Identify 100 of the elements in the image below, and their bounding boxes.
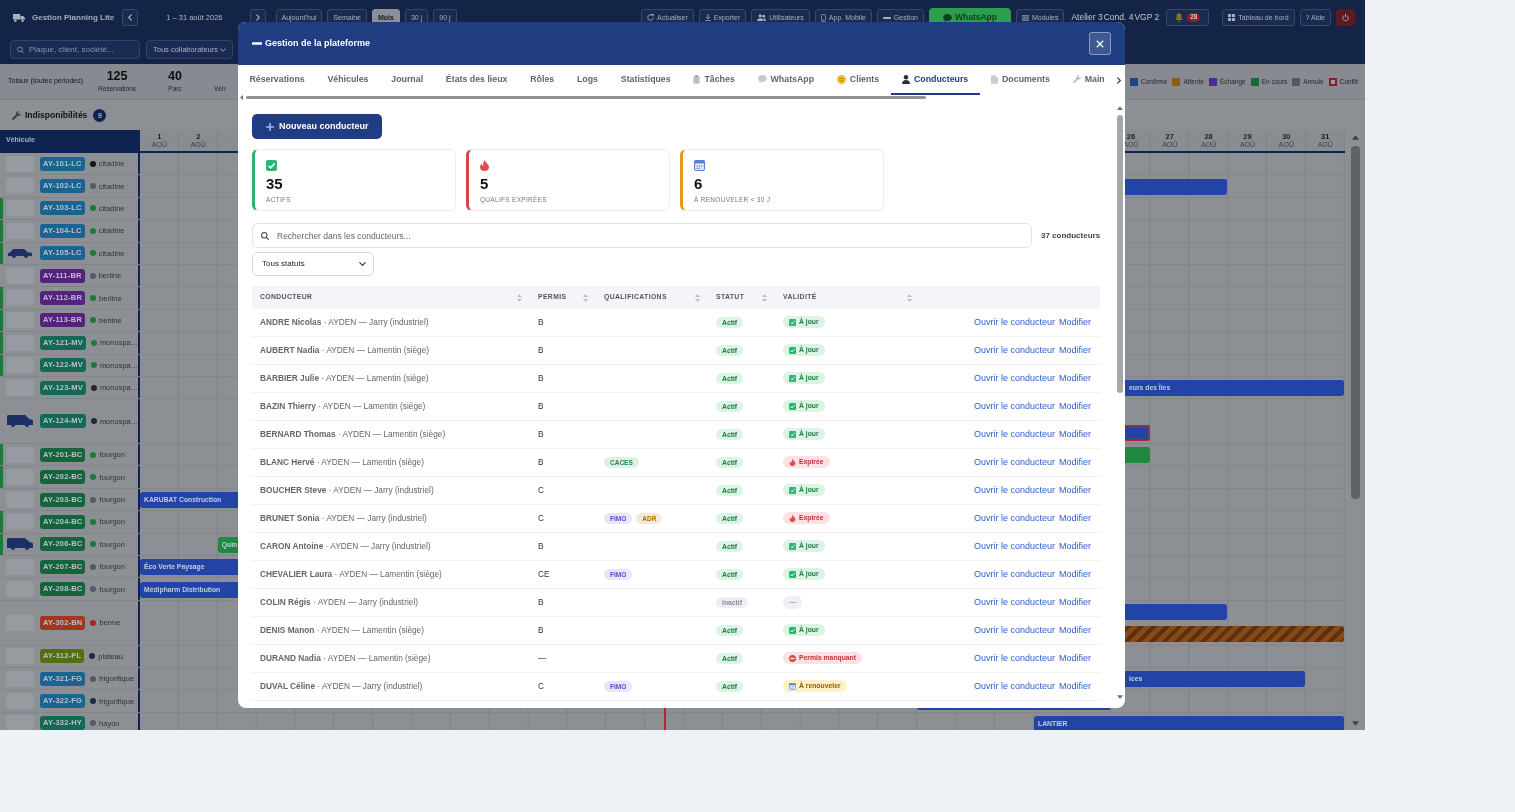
license-category: B — [538, 540, 544, 551]
tab[interactable]: Statistiques — [609, 65, 683, 95]
driver-name: COLIN Régis · AYDEN — Jarry (industriel) — [260, 596, 418, 607]
phone-icon — [820, 13, 826, 22]
open-driver-link[interactable]: Ouvrir le conducteur — [973, 457, 1055, 467]
open-driver-link[interactable]: Ouvrir le conducteur — [973, 625, 1055, 635]
open-driver-link[interactable]: Ouvrir le conducteur — [973, 541, 1055, 551]
driver-name: DURAND Nadia · AYDEN — Lamentin (siège) — [260, 652, 431, 663]
download-icon — [704, 14, 711, 21]
users-icon — [757, 14, 767, 21]
tab[interactable]: Réservations — [238, 65, 317, 95]
edit-link[interactable]: Modifier — [1059, 345, 1091, 355]
open-driver-link[interactable]: Ouvrir le conducteur — [973, 485, 1055, 495]
license-category: — — [538, 652, 547, 663]
open-driver-link[interactable]: Ouvrir le conducteur — [973, 429, 1055, 439]
chevron-down-icon — [359, 262, 366, 266]
edit-link[interactable]: Modifier — [1059, 401, 1091, 411]
tab[interactable]: Véhicules — [316, 65, 380, 95]
edit-link[interactable]: Modifier — [1059, 625, 1091, 635]
tab[interactable]: Journal — [379, 65, 435, 95]
edit-link[interactable]: Modifier — [1059, 429, 1091, 439]
license-category: B — [538, 624, 544, 635]
edit-link[interactable]: Modifier — [1059, 597, 1091, 607]
counter-label: VGP 2 — [1134, 12, 1160, 23]
open-driver-link[interactable]: Ouvrir le conducteur — [973, 597, 1055, 607]
driver-name: DUVAL Céline · AYDEN — Jarry (industriel) — [260, 680, 423, 691]
edit-link[interactable]: Modifier — [1059, 541, 1091, 551]
result-count: 37 conducteurs — [1041, 230, 1101, 241]
edit-link[interactable]: Modifier — [1059, 513, 1091, 523]
license-category: B — [538, 456, 544, 467]
horizontal-scrollbar[interactable] — [246, 96, 926, 99]
edit-link[interactable]: Modifier — [1059, 457, 1091, 467]
driver-name: BLANC Hervé · AYDEN — Lamentin (siège) — [260, 456, 424, 467]
check-square-icon — [789, 570, 796, 578]
previous-period-button[interactable] — [122, 9, 139, 26]
tab[interactable]: Clients — [825, 65, 891, 95]
counter-label: Cond. 4 — [1103, 12, 1134, 23]
person-icon — [901, 74, 910, 84]
plus-icon — [266, 122, 274, 131]
edit-link[interactable]: Modifier — [1059, 569, 1091, 579]
check-square-icon — [789, 374, 796, 382]
refresh-icon — [647, 14, 655, 21]
open-driver-link[interactable]: Ouvrir le conducteur — [973, 653, 1055, 663]
sort-icon — [517, 293, 522, 302]
bell-icon — [1175, 13, 1184, 22]
arrow-down-icon — [1117, 695, 1123, 699]
calendar-icon — [694, 160, 705, 171]
search-field[interactable]: Plaque, client, société... — [10, 40, 140, 59]
check-square-icon — [789, 402, 796, 410]
total-value: 125 — [106, 70, 128, 83]
driver-name: BARBIER Julie · AYDEN — Lamentin (siège) — [260, 372, 429, 383]
new-driver-button[interactable]: Nouveau conducteur — [252, 114, 382, 139]
edit-link[interactable]: Modifier — [1059, 653, 1091, 663]
no-entry-icon — [789, 654, 796, 662]
chevron-left-icon — [128, 14, 133, 21]
driver-name: BOUCHER Steve · AYDEN — Jarry (industriel) — [260, 484, 434, 495]
tab[interactable]: Documents — [979, 65, 1062, 95]
tab[interactable]: Main — [1061, 65, 1117, 95]
arrow-down-icon — [1351, 721, 1359, 726]
scrollbar-thumb[interactable] — [1117, 115, 1123, 393]
open-driver-link[interactable]: Ouvrir le conducteur — [973, 345, 1055, 355]
sort-icon — [762, 293, 767, 302]
driver-name: AUBERT Nadia · AYDEN — Lamentin (siège) — [260, 344, 430, 355]
dashboard-icon — [1228, 14, 1236, 21]
open-driver-link[interactable]: Ouvrir le conducteur — [973, 401, 1055, 411]
edit-link[interactable]: Modifier — [1059, 485, 1091, 495]
tab[interactable]: Tâches — [682, 65, 747, 95]
stat-value: 5 — [480, 176, 490, 191]
open-driver-link[interactable]: Ouvrir le conducteur — [973, 317, 1055, 327]
license-category: B — [538, 372, 544, 383]
driver-name: DENIS Manon · AYDEN — Lamentin (siège) — [260, 624, 424, 635]
sort-icon — [907, 293, 912, 302]
sort-icon — [583, 293, 588, 302]
tab[interactable]: Logs — [565, 65, 610, 95]
status-select[interactable]: Tous statuts — [252, 252, 374, 276]
tab[interactable]: États des lieux — [434, 65, 519, 95]
chat-bubble-icon — [757, 75, 767, 83]
edit-link[interactable]: Modifier — [1059, 373, 1091, 383]
section-title[interactable]: Indisponibilités — [25, 109, 88, 121]
dialog-title: Gestion de la plateforme — [265, 38, 371, 49]
tab[interactable]: WhatsApp — [746, 65, 826, 95]
stat-value: 6 — [694, 176, 704, 191]
license-category: CE — [538, 568, 550, 579]
tab[interactable]: Rôles — [518, 65, 566, 95]
minus-icon — [252, 42, 262, 45]
logout-button[interactable] — [1336, 9, 1355, 26]
license-category: B — [538, 400, 544, 411]
check-square-icon — [789, 430, 796, 438]
scrollbar-thumb[interactable] — [1350, 146, 1360, 499]
open-driver-link[interactable]: Ouvrir le conducteur — [973, 513, 1055, 523]
check-square-icon — [789, 346, 796, 354]
app-title: Gestion Planning Lite — [32, 12, 115, 23]
edit-link[interactable]: Modifier — [1059, 681, 1091, 691]
driver-name: BAZIN Thierry · AYDEN — Lamentin (siège) — [260, 400, 426, 411]
open-driver-link[interactable]: Ouvrir le conducteur — [973, 569, 1055, 579]
open-driver-link[interactable]: Ouvrir le conducteur — [973, 373, 1055, 383]
edit-link[interactable]: Modifier — [1059, 317, 1091, 327]
license-category: B — [538, 344, 544, 355]
open-driver-link[interactable]: Ouvrir le conducteur — [973, 681, 1055, 691]
close-button[interactable] — [1089, 32, 1111, 55]
